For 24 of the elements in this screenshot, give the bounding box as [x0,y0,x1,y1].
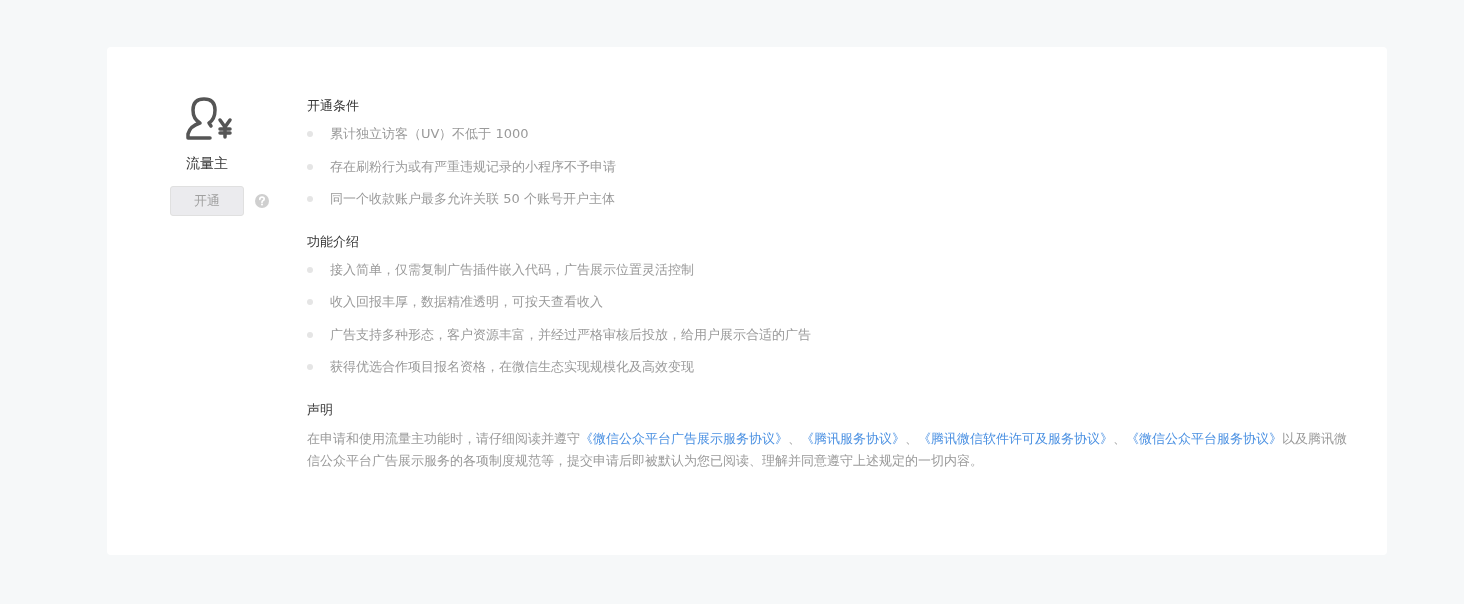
list-item: 存在刷粉行为或有严重违规记录的小程序不予申请 [330,157,616,176]
list-item: 接入简单，仅需复制广告插件嵌入代码，广告展示位置灵活控制 [330,260,694,279]
bullet-icon [307,163,313,170]
bullet-icon [307,364,313,371]
user-yen-icon [183,96,234,142]
list-item: 广告支持多种形态，客户资源丰富，并经过严格审核后投放，给用户展示合适的广告 [330,325,811,344]
bullet-icon [307,131,313,138]
section-title: 声明 [307,400,334,419]
product-name: 流量主 [186,155,228,173]
list-item: 收入回报丰厚，数据精准透明，可按天查看收入 [330,293,603,312]
statement-paragraph: 在申请和使用流量主功能时，请仔细阅读并遵守《微信公众平台广告展示服务协议》、《腾讯服务协议》、《腾讯微信软件许可及服务协议》、《微信公众平台服务协议》以及腾讯微信公众平台广告展示服务的各项制度规范等，提交申请后即被默认为您已阅读、理解并同意遵守上述规定的一切内容。 [307,429,1347,470]
bullet-icon [307,196,313,203]
bullet-icon [307,331,313,338]
list-item: 获得优选合作项目报名资格，在微信生态实现规模化及高效变现 [330,358,694,377]
agreement-link[interactable]: 《腾讯服务协议》 [801,430,905,446]
section-title: 开通条件 [307,97,360,115]
agreement-link[interactable]: 《微信公众平台广告展示服务协议》 [580,430,788,446]
bullet-icon [307,266,313,273]
list-item: 累计独立访客（UV）不低于 1000 [330,125,529,144]
agreement-link[interactable]: 《微信公众平台服务协议》 [1126,430,1282,446]
section-title: 功能介绍 [307,232,360,251]
bullet-icon [307,299,313,306]
help-icon[interactable] [254,194,269,208]
agreement-link[interactable]: 《腾讯微信软件许可及服务协议》 [918,430,1113,446]
